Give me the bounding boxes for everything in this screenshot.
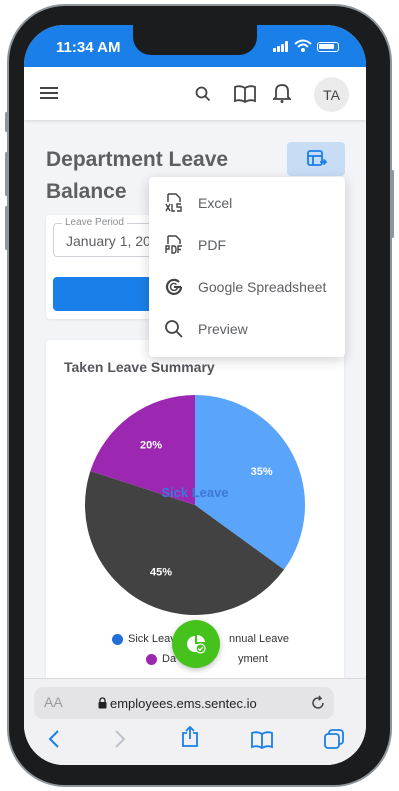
export-menu-label-google-spreadsheet: Google Spreadsheet [198,279,327,295]
legend-item-day-employment[interactable]: Da [146,653,176,665]
search-icon[interactable] [195,86,211,102]
book-icon[interactable] [234,85,256,103]
lock-icon [98,697,107,709]
forward-icon[interactable] [114,730,126,748]
pie-data-label-day-employment: 20% [140,439,162,451]
leave-period-label: Leave Period [62,217,127,228]
screen: 11:34 AM TA Department Leave Balance Lea… [24,25,366,765]
reload-icon[interactable] [310,695,326,711]
export-menu-label-excel: Excel [198,195,233,211]
legend-item-annual-leave[interactable]: nnual Leave [229,633,289,645]
legend-item-sick-leave[interactable]: Sick Leav [112,633,176,645]
legend-label-sick-leave: Sick Leav [128,633,176,645]
back-icon[interactable] [48,730,60,748]
status-bar: 11:34 AM [24,25,366,67]
export-menu-label-pdf: PDF [198,237,226,253]
google-icon [165,278,183,295]
mute-switch [5,112,8,132]
battery-icon [317,42,339,52]
legend-label-day-employment-end: yment [238,653,268,665]
export-menu-item-preview[interactable]: Preview [149,308,345,350]
menu-icon[interactable] [40,86,58,100]
status-time: 11:34 AM [56,39,121,56]
pdf-file-icon [165,235,182,254]
share-icon[interactable] [181,726,199,748]
volume-down-button [5,206,8,250]
legend-label-annual-leave: nnual Leave [229,633,289,645]
export-menu: Excel PDF Google Spreadsheet Preview [149,177,345,357]
volume-up-button [5,152,8,196]
export-menu-item-google-spreadsheet[interactable]: Google Spreadsheet [149,266,345,308]
url-text: employees.ems.sentec.io [110,696,257,711]
export-menu-label-preview: Preview [198,321,248,337]
avatar[interactable]: TA [314,77,349,112]
text-size-button[interactable]: AA [44,694,63,710]
pie-hover-label: Sick Leave [161,485,228,500]
legend-dot-day-employment [146,653,157,665]
legend-item-day-employment-end[interactable]: yment [238,653,268,665]
search-icon [165,320,183,338]
export-button[interactable] [287,142,345,176]
bell-icon[interactable] [273,83,291,103]
bookmarks-icon[interactable] [251,731,273,749]
xls-file-icon [165,193,182,212]
power-button [391,170,394,238]
notch [133,25,257,55]
legend-dot-sick-leave [112,633,123,645]
address-bar[interactable]: AA employees.ems.sentec.io [34,687,334,719]
app-bar: TA [24,67,366,120]
export-menu-item-pdf[interactable]: PDF [149,224,345,266]
table-export-icon [307,150,327,166]
wifi-icon [294,39,312,52]
leave-chart-fab[interactable] [172,620,220,668]
export-menu-item-excel[interactable]: Excel [149,182,345,224]
pie-data-label-annual-leave: 45% [150,567,172,579]
tabs-icon[interactable] [324,729,344,749]
browser-toolbar: AA employees.ems.sentec.io [24,678,366,765]
leave-period-value: January 1, 20 [66,233,151,249]
signal-icon [273,41,291,52]
pie-data-label-sick-leave: 35% [251,466,273,478]
pie-check-icon [187,634,206,654]
